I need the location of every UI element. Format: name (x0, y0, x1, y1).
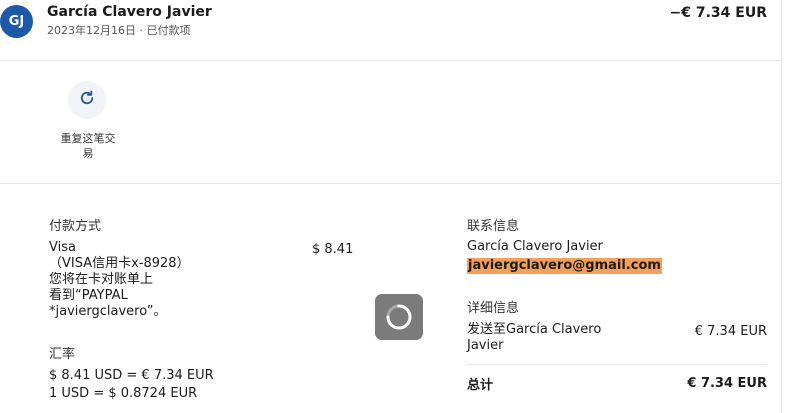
refresh-icon (78, 89, 96, 111)
payment-method-heading: 付款方式 (49, 219, 102, 234)
divider (467, 364, 767, 365)
payment-method-line: Visa (49, 240, 76, 255)
loading-spinner (375, 294, 423, 340)
payee-name: García Clavero Javier (47, 4, 212, 20)
avatar: GJ (0, 5, 33, 38)
transaction-amount: −€ 7.34 EUR (669, 5, 767, 21)
divider (0, 183, 781, 184)
details-heading: 详细信息 (467, 301, 520, 316)
payment-method-line: 看到“PAYPAL (49, 288, 128, 303)
payment-method-line: *javiergclavero”。 (49, 304, 167, 319)
exchange-rate-line: $ 8.41 USD = € 7.34 EUR (49, 368, 214, 383)
total-label: 总计 (467, 378, 494, 393)
payment-amount: $ 8.41 (312, 242, 354, 257)
payment-method-details: Visa （VISA信用卡x-8928） 您将在卡对账单上 看到“PAYPAL … (49, 240, 190, 320)
exchange-rate-line: 1 USD = $ 0.8724 EUR (49, 386, 198, 401)
repeat-transaction-label[interactable]: 重复这笔交易 (58, 131, 118, 161)
contact-name: García Clavero Javier (467, 239, 603, 254)
payment-method-line: （VISA信用卡x-8928） (49, 256, 190, 271)
sent-to-line: Javier (467, 338, 504, 353)
contact-info-heading: 联系信息 (467, 219, 520, 234)
repeat-transaction-button[interactable] (68, 81, 106, 119)
payment-method-line: 您将在卡对账单上 (49, 272, 154, 287)
sent-to-label: 发送至García Clavero Javier (467, 322, 601, 354)
transaction-date-status: 2023年12月16日 · 已付款项 (47, 24, 191, 37)
total-amount: € 7.34 EUR (687, 376, 767, 391)
contact-email[interactable]: javiergclavero@gmail.com (467, 258, 662, 274)
divider (0, 60, 781, 61)
sent-amount: € 7.34 EUR (694, 324, 767, 339)
sent-to-line: 发送至García Clavero (467, 322, 602, 337)
panel-right-border (781, 0, 782, 413)
exchange-rate-heading: 汇率 (49, 347, 76, 362)
